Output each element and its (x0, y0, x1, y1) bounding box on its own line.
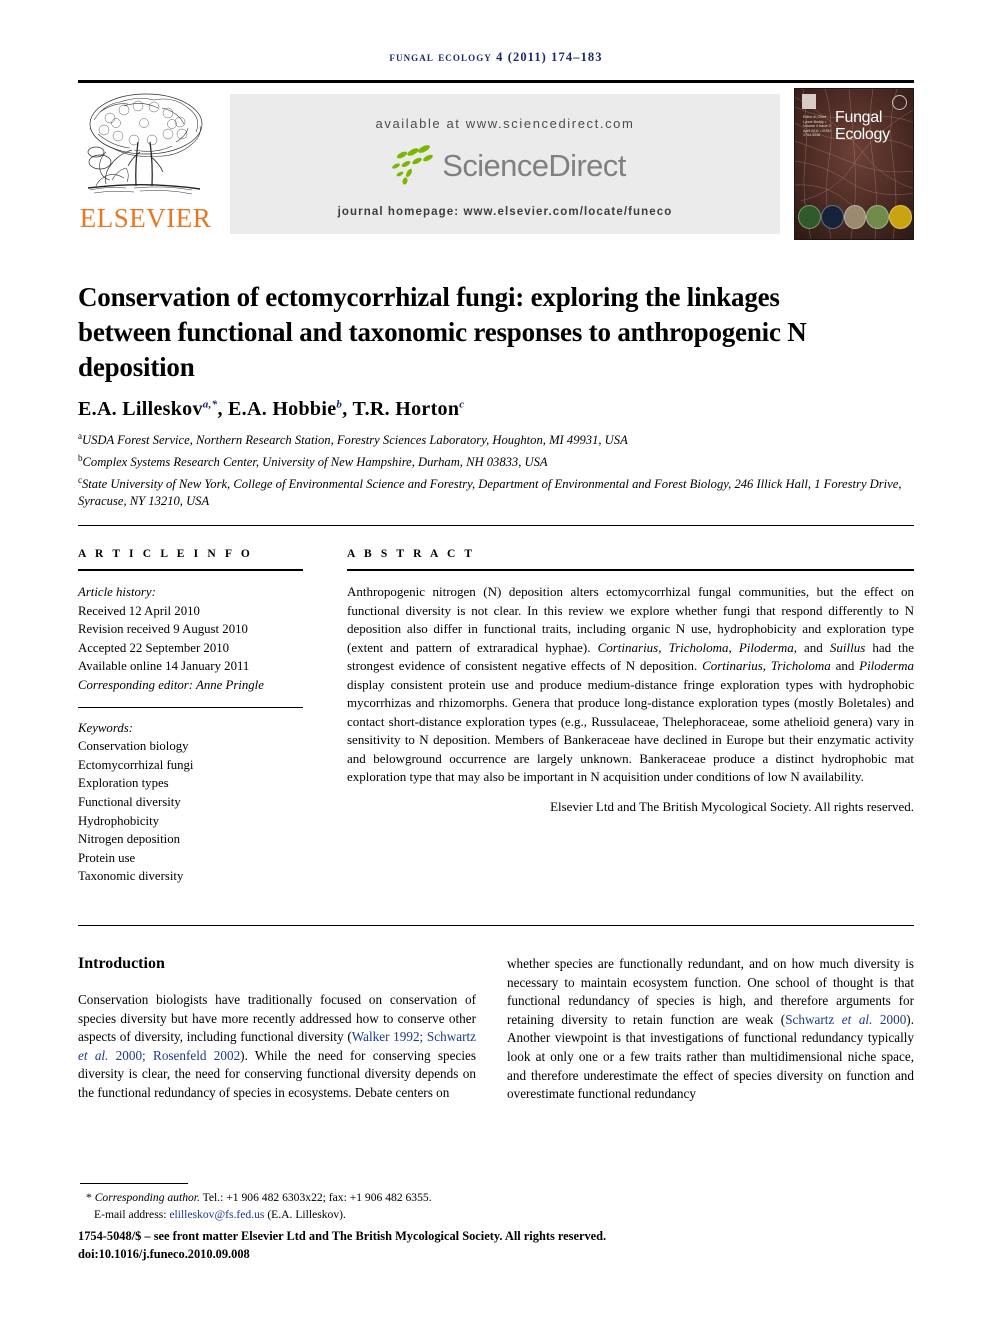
running-head: Fungal Ecology 4 (2011) 174–183 (78, 50, 914, 65)
abstract-copyright: Elsevier Ltd and The British Mycological… (550, 798, 914, 814)
header-rule (78, 80, 914, 83)
keywords-label: Keywords: (78, 720, 133, 735)
affiliation-c: cState University of New York, College o… (78, 472, 914, 511)
keyword-list: Conservation biology Ectomycorrhizal fun… (78, 737, 303, 886)
history-item-received: Received 12 April 2010 (78, 603, 200, 618)
history-item-online: Available online 14 January 2011 (78, 659, 250, 674)
cover-photo-2 (820, 205, 844, 229)
cover-photo-3 (843, 205, 867, 229)
article-info-divider (78, 569, 303, 571)
journal-homepage-link[interactable]: journal homepage: www.elsevier.com/locat… (230, 206, 780, 218)
elsevier-logo[interactable]: ELSEVIER (78, 88, 213, 240)
list-item: Protein use (78, 850, 136, 865)
running-head-text: Fungal Ecology 4 (2011) 174–183 (389, 50, 603, 64)
footnote-block: * Corresponding author. Tel.: +1 906 482… (78, 1189, 914, 1223)
intro-paragraph-right: whether species are functionally redunda… (507, 956, 914, 1102)
keywords-divider (78, 706, 303, 708)
cover-title: Fungal Ecology (835, 109, 890, 143)
info-section-top-rule (78, 525, 914, 526)
article-history-label: Article history: (78, 585, 156, 599)
cover-photo-1 (798, 205, 821, 229)
list-item: Taxonomic diversity (78, 869, 184, 884)
journal-cover-thumbnail[interactable]: Editor-in-Chief Lynne Boddy • Volume 4 I… (794, 88, 914, 240)
elsevier-mark-icon (802, 94, 816, 109)
body-column-right: whether species are functionally redunda… (507, 955, 914, 1104)
affiliation-b-text: Complex Systems Research Center, Univers… (82, 454, 548, 469)
author-1: E.A. Lilleskova,* (78, 398, 217, 420)
author-2-marks: b (336, 398, 343, 411)
abstract-section: A B S T R A C T Anthropogenic nitrogen (… (347, 548, 914, 816)
article-info-heading: A R T I C L E I N F O (78, 548, 253, 560)
email-label: E-mail address: (94, 1208, 167, 1222)
sciencedirect-logo[interactable]: ScienceDirect (230, 141, 780, 191)
author-1-name: E.A. Lilleskov (78, 398, 203, 420)
available-at-text: available at www.sciencedirect.com (375, 116, 635, 131)
affiliation-b: bComplex Systems Research Center, Univer… (78, 450, 914, 472)
author-2-name: E.A. Hobbie (228, 398, 337, 420)
cover-title-line2: Ecology (835, 126, 890, 143)
list-item: Exploration types (78, 776, 169, 791)
list-item: Conservation biology (78, 739, 189, 754)
affiliation-c-text: State University of New York, College of… (78, 476, 902, 509)
journal-society-emblem-icon (892, 95, 907, 110)
cover-photo-5 (889, 205, 912, 229)
history-item-revision: Revision received 9 August 2010 (78, 622, 248, 637)
sciencedirect-wordmark: ScienceDirect (442, 148, 626, 183)
asterisk-icon: * (86, 1191, 92, 1204)
sciencedirect-band: available at www.sciencedirect.com Scien… (230, 94, 780, 234)
list-item: Functional diversity (78, 794, 181, 809)
author-list: E.A. Lilleskova,*, E.A. Hobbieb, T.R. Ho… (78, 398, 465, 420)
cover-title-line1: Fungal (835, 109, 883, 126)
list-item: Ectomycorrhizal fungi (78, 757, 194, 772)
section-heading-introduction: Introduction (78, 955, 165, 972)
author-1-marks: a,* (202, 398, 218, 411)
corresponding-author-label: Corresponding author. (94, 1191, 200, 1204)
masthead: ELSEVIER available at www.sciencedirect.… (78, 88, 914, 240)
author-3: T.R. Hortonc (352, 398, 464, 420)
author-3-marks: c (459, 398, 465, 411)
sciencedirect-leaf-icon (384, 143, 438, 190)
list-item: Hydrophobicity (78, 813, 160, 828)
footnote-rule (80, 1183, 188, 1184)
doi-line[interactable]: doi:10.1016/j.funeco.2010.09.008 (78, 1246, 914, 1264)
abstract-divider (347, 569, 914, 571)
keywords-block: Keywords: Conservation biology Ectomycor… (78, 719, 303, 886)
cover-sidebar-text: Editor-in-Chief Lynne Boddy • Volume 4 I… (803, 115, 831, 138)
affiliation-list: aUSDA Forest Service, Northern Research … (78, 428, 914, 511)
list-item: Nitrogen deposition (78, 832, 181, 847)
abstract-text: Anthropogenic nitrogen (N) deposition al… (347, 584, 915, 784)
intro-paragraph-left: Conservation biologists have traditional… (78, 992, 476, 1100)
corresponding-editor: Corresponding editor: Anne Pringle (78, 677, 264, 692)
abstract-heading: A B S T R A C T (347, 548, 476, 560)
email-note: E-mail address: elilleskov@fs.fed.us (E.… (78, 1206, 914, 1223)
author-3-name: T.R. Horton (352, 398, 460, 420)
journal-article-page: Fungal Ecology 4 (2011) 174–183 (0, 0, 992, 1323)
author-2: E.A. Hobbieb (228, 398, 342, 420)
affiliation-a: aUSDA Forest Service, Northern Research … (78, 428, 914, 450)
article-history: Article history: Received 12 April 2010 … (78, 583, 303, 695)
elsevier-wordmark: ELSEVIER (79, 203, 212, 233)
affiliation-a-text: USDA Forest Service, Northern Research S… (82, 433, 628, 448)
cover-photo-strip (798, 205, 912, 231)
email-owner: (E.A. Lilleskov). (267, 1208, 346, 1222)
elsevier-tree-icon (80, 90, 208, 200)
front-matter-line: 1754-5048/$ – see front matter Elsevier … (78, 1229, 607, 1243)
body-section-rule (78, 925, 914, 926)
history-item-accepted: Accepted 22 September 2010 (78, 640, 230, 655)
cover-photo-4 (866, 205, 890, 229)
body-column-left: Introduction Conservation biologists hav… (78, 955, 476, 1103)
email-link[interactable]: elilleskov@fs.fed.us (169, 1208, 264, 1221)
article-info-section: A R T I C L E I N F O Article history: R… (78, 548, 303, 886)
page-title: Conservation of ectomycorrhizal fungi: e… (78, 282, 807, 383)
front-matter-block: 1754-5048/$ – see front matter Elsevier … (78, 1228, 914, 1263)
corresponding-author-note: * Corresponding author. Tel.: +1 906 482… (78, 1189, 914, 1206)
corresponding-author-contact: Tel.: +1 906 482 6303x22; fax: +1 906 48… (199, 1191, 432, 1204)
